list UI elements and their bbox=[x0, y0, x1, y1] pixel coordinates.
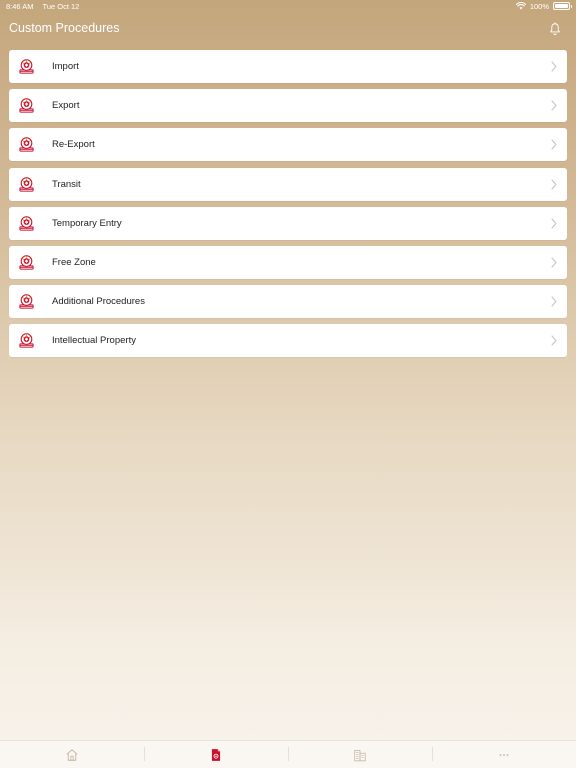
procedure-item-transit[interactable]: Transit bbox=[9, 167, 567, 201]
wifi-icon bbox=[515, 2, 526, 10]
procedure-label: Temporary Entry bbox=[52, 217, 122, 229]
procedure-label: Transit bbox=[52, 178, 81, 190]
more-icon bbox=[499, 753, 509, 756]
customs-logo-icon bbox=[19, 98, 34, 113]
buildings-icon bbox=[354, 749, 366, 761]
procedure-label: Free Zone bbox=[52, 256, 96, 268]
procedure-item-export[interactable]: Export bbox=[9, 89, 567, 123]
tab-more[interactable] bbox=[432, 741, 576, 768]
procedure-item-re-export[interactable]: Re-Export bbox=[9, 128, 567, 162]
customs-logo-icon bbox=[19, 333, 34, 348]
status-right: 100% bbox=[515, 1, 572, 11]
customs-logo-icon bbox=[19, 215, 34, 231]
chevron-right-icon bbox=[551, 335, 557, 346]
battery-icon bbox=[553, 2, 572, 10]
status-date: Tue Oct 12 bbox=[42, 1, 80, 11]
tab-bar bbox=[0, 740, 576, 768]
customs-logo-icon bbox=[19, 294, 34, 309]
procedure-label: Additional Procedures bbox=[52, 296, 145, 308]
chevron-right-icon bbox=[551, 139, 557, 150]
customs-logo-icon bbox=[19, 255, 34, 270]
procedure-label: Re-Export bbox=[52, 139, 95, 151]
tab-buildings[interactable] bbox=[288, 741, 432, 768]
page-title: Custom Procedures bbox=[9, 21, 120, 35]
procedure-item-temporary-entry[interactable]: Temporary Entry bbox=[9, 206, 567, 240]
procedures-list: Import Export Re-Export Transit Temporar… bbox=[9, 50, 567, 364]
tab-procedures[interactable] bbox=[144, 741, 288, 768]
procedure-label: Intellectual Property bbox=[52, 335, 136, 347]
customs-logo-icon bbox=[19, 137, 34, 152]
status-time: 8:46 AM bbox=[6, 1, 34, 11]
procedure-item-intellectual-property[interactable]: Intellectual Property bbox=[9, 324, 567, 358]
chevron-right-icon bbox=[551, 100, 557, 111]
procedure-label: Export bbox=[52, 100, 80, 112]
chevron-right-icon bbox=[551, 218, 557, 229]
procedure-item-free-zone[interactable]: Free Zone bbox=[9, 245, 567, 279]
chevron-right-icon bbox=[551, 61, 557, 72]
chevron-right-icon bbox=[551, 257, 557, 268]
chevron-right-icon bbox=[551, 179, 557, 190]
customs-logo-icon bbox=[19, 176, 34, 192]
customs-logo-icon bbox=[19, 59, 34, 74]
chevron-right-icon bbox=[551, 296, 557, 307]
procedure-label: Import bbox=[52, 61, 79, 72]
procedure-item-import[interactable]: Import bbox=[9, 50, 567, 83]
home-icon bbox=[66, 748, 78, 761]
procedures-document-icon bbox=[211, 748, 221, 761]
tab-home[interactable] bbox=[0, 741, 144, 768]
bell-icon[interactable] bbox=[548, 22, 562, 36]
status-bar: 8:46 AM Tue Oct 12 100% bbox=[0, 0, 576, 12]
procedure-item-additional-procedures[interactable]: Additional Procedures bbox=[9, 285, 567, 319]
battery-percent: 100% bbox=[529, 1, 549, 11]
